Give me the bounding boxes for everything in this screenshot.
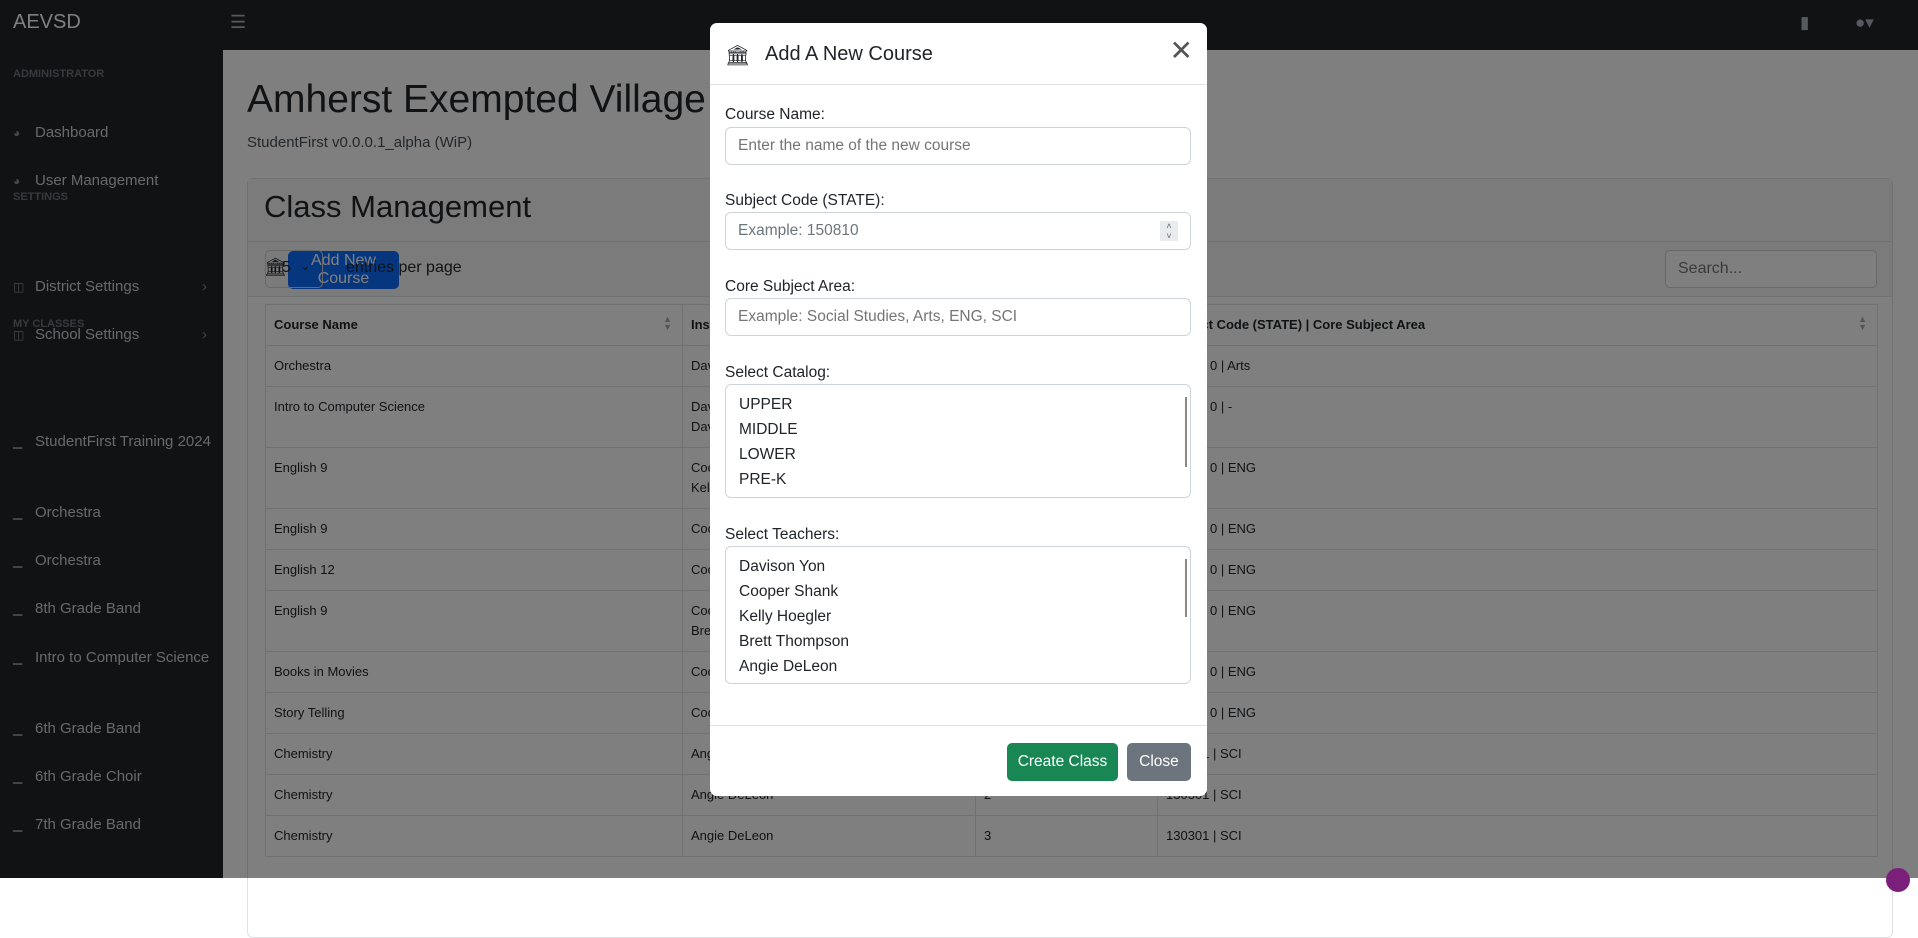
scrollbar[interactable]	[1185, 559, 1187, 617]
teacher-option[interactable]: Cooper Shank	[739, 579, 1177, 604]
course-name-label: Course Name:	[725, 106, 825, 123]
subject-code-label: Subject Code (STATE):	[725, 192, 885, 209]
course-name-input[interactable]	[725, 127, 1191, 165]
landmark-icon: 🏛	[725, 45, 751, 67]
modal-header: 🏛 Add A New Course ✕	[710, 23, 1207, 85]
catalog-option[interactable]: UPPER	[739, 392, 1177, 417]
create-class-button[interactable]: Create Class	[1007, 743, 1118, 781]
catalog-option[interactable]: PRE-K	[739, 467, 1177, 492]
teachers-select[interactable]: Davison Yon Cooper Shank Kelly Hoegler Bret…	[725, 546, 1191, 684]
teacher-option[interactable]: Davison Yon	[739, 554, 1177, 579]
teachers-label: Select Teachers:	[725, 526, 840, 543]
teacher-option[interactable]: Brett Thompson	[739, 629, 1177, 654]
modal-title: Add A New Course	[765, 43, 933, 65]
catalog-label: Select Catalog:	[725, 364, 831, 381]
teacher-option[interactable]: Kelly Hoegler	[739, 604, 1177, 629]
number-spinner-icon[interactable]: ˄ ˅	[1160, 221, 1178, 241]
teacher-option[interactable]: Angie DeLeon	[739, 654, 1177, 679]
scrollbar[interactable]	[1185, 397, 1187, 467]
core-area-input[interactable]	[725, 298, 1191, 336]
catalog-select[interactable]: UPPER MIDDLE LOWER PRE-K	[725, 384, 1191, 498]
close-icon[interactable]: ✕	[1170, 37, 1193, 65]
subject-code-placeholder: Example: 150810	[738, 222, 859, 239]
subject-code-input[interactable]: Example: 150810 ˄ ˅	[725, 212, 1191, 250]
floating-widget[interactable]	[1886, 868, 1910, 892]
close-button[interactable]: Close	[1127, 743, 1191, 781]
modal-footer: Create Class Close	[710, 725, 1207, 796]
core-area-label: Core Subject Area:	[725, 278, 856, 295]
catalog-option[interactable]: LOWER	[739, 442, 1177, 467]
catalog-option[interactable]: MIDDLE	[739, 417, 1177, 442]
add-course-modal: 🏛 Add A New Course ✕ Course Name: Subjec…	[710, 23, 1207, 796]
